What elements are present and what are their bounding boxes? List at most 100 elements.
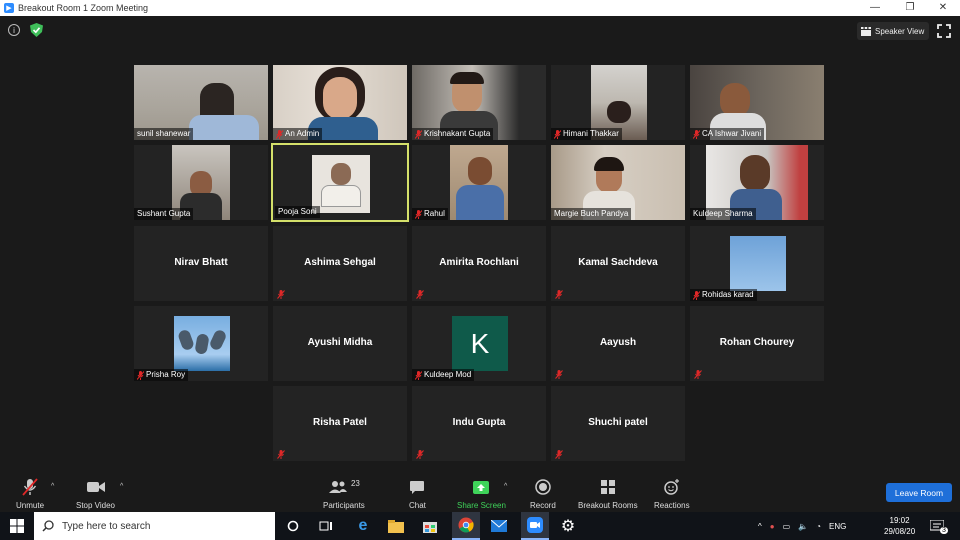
zoom-taskbar-icon[interactable]	[521, 512, 549, 540]
video-tile[interactable]: An Admin	[273, 65, 407, 140]
participant-name: Indu Gupta	[452, 417, 506, 428]
speaker-view-icon	[861, 26, 871, 36]
participant-video-person	[607, 101, 631, 123]
share-screen-icon	[473, 480, 490, 494]
profile-picture	[730, 236, 786, 291]
audio-options-caret[interactable]: ^	[51, 483, 54, 490]
tray-wifi-icon[interactable]: ◔	[816, 522, 821, 531]
speaker-view-button[interactable]: Speaker View	[857, 22, 929, 40]
video-tile[interactable]: Himani Thakkar	[551, 65, 685, 140]
encryption-shield-icon[interactable]	[30, 23, 43, 37]
fullscreen-icon[interactable]	[937, 24, 951, 38]
video-tile-active-speaker[interactable]: Pooja Soni	[271, 143, 409, 222]
tray-app-icon[interactable]: ●	[770, 522, 775, 531]
participant-name: Prisha Roy	[134, 369, 189, 381]
participant-name: Nirav Bhatt	[174, 257, 228, 268]
tray-network-icon[interactable]: ▭	[783, 522, 791, 531]
participant-video-hair	[450, 72, 484, 84]
chrome-icon[interactable]	[452, 512, 480, 540]
participant-tile[interactable]: Kamal Sachdeva	[551, 226, 685, 301]
participant-video-shirt	[321, 185, 361, 207]
reactions-button[interactable]: Reactions	[654, 477, 690, 510]
participant-tile[interactable]: Rohidas karad	[690, 226, 824, 301]
muted-mic-icon	[277, 450, 285, 459]
participants-icon	[328, 481, 347, 493]
participant-video-shirt	[189, 115, 259, 140]
muted-mic-icon	[554, 129, 561, 139]
video-tile[interactable]: sunil shanewar	[134, 65, 268, 140]
taskbar-clock[interactable]: 19:02 29/08/20	[884, 512, 915, 540]
participant-tile[interactable]: Risha Patel	[273, 386, 407, 461]
chat-button[interactable]: Chat	[409, 477, 426, 510]
muted-mic-icon	[693, 290, 700, 300]
share-screen-button[interactable]: Share Screen	[457, 477, 506, 510]
meeting-info-icon[interactable]: i	[8, 24, 20, 36]
participant-name: Kamal Sachdeva	[578, 257, 658, 268]
breakout-rooms-button[interactable]: Breakout Rooms	[578, 477, 638, 510]
system-tray: ^ ● ▭ 🔈 ◔ ENG	[758, 512, 846, 540]
video-tile[interactable]: CA Ishwar Jivani	[690, 65, 824, 140]
muted-mic-icon	[276, 129, 283, 139]
breakout-rooms-icon	[600, 480, 615, 494]
action-center-icon[interactable]: 3	[930, 512, 948, 540]
participant-name: Rohidas karad	[690, 289, 757, 301]
record-button[interactable]: Record	[530, 477, 556, 510]
participant-video-face	[740, 155, 770, 191]
record-icon	[535, 479, 551, 495]
participant-name: Risha Patel	[313, 417, 367, 428]
input-language[interactable]: ENG	[829, 522, 846, 531]
participant-video-shirt	[456, 185, 504, 220]
participant-name: Himani Thakkar	[551, 128, 622, 140]
video-tile[interactable]: Rahul	[412, 145, 546, 220]
tray-chevron-icon[interactable]: ^	[758, 522, 762, 531]
minimize-button[interactable]: —	[860, 0, 890, 16]
participant-tile[interactable]: Shuchi patel	[551, 386, 685, 461]
muted-mic-icon	[277, 290, 285, 299]
participants-button[interactable]: 23 Participants	[323, 477, 365, 511]
taskbar-search-input[interactable]: Type here to search	[34, 512, 275, 540]
participant-tile[interactable]: Prisha Roy	[134, 306, 268, 381]
video-tile[interactable]: Kuldeep Sharma	[690, 145, 824, 220]
mail-icon[interactable]	[490, 517, 508, 535]
participant-name: Rahul	[412, 208, 448, 220]
participant-tile[interactable]: Ashima Sehgal	[273, 226, 407, 301]
video-tile[interactable]: Krishnakant Gupta	[412, 65, 546, 140]
participant-video-face	[468, 157, 492, 185]
edge-icon[interactable]: e	[354, 517, 372, 535]
chat-icon	[410, 480, 425, 494]
close-button[interactable]: ✕	[928, 0, 958, 16]
participant-tile[interactable]: Indu Gupta	[412, 386, 546, 461]
participant-tile[interactable]: K Kuldeep Mod	[412, 306, 546, 381]
participant-name: Aayush	[599, 337, 637, 348]
stop-video-button[interactable]: Stop Video	[76, 477, 115, 510]
unmute-button[interactable]: Unmute	[16, 477, 44, 510]
store-icon[interactable]	[421, 517, 439, 535]
participant-tile[interactable]: Amirita Rochlani	[412, 226, 546, 301]
video-tile[interactable]: Margie Buch Pandya	[551, 145, 685, 220]
participant-name: Amirita Rochlani	[439, 257, 519, 268]
video-tile[interactable]: Sushant Gupta	[134, 145, 268, 220]
settings-gear-icon[interactable]: ⚙	[559, 517, 577, 535]
task-view-icon[interactable]	[317, 517, 335, 535]
file-explorer-icon[interactable]	[387, 517, 405, 535]
muted-mic-icon	[555, 370, 563, 379]
muted-mic-icon	[693, 129, 700, 139]
participant-tile[interactable]: Nirav Bhatt	[134, 226, 268, 301]
muted-mic-icon	[415, 129, 422, 139]
participant-name: Krishnakant Gupta	[412, 128, 494, 140]
participant-name: Rohan Chourey	[719, 337, 795, 348]
muted-mic-icon	[416, 450, 424, 459]
participant-video-face	[323, 77, 357, 119]
share-options-caret[interactable]: ^	[504, 483, 507, 490]
leave-room-button[interactable]: Leave Room	[886, 483, 952, 502]
video-options-caret[interactable]: ^	[120, 483, 123, 490]
tray-volume-icon[interactable]: 🔈	[798, 522, 808, 531]
participant-tile[interactable]: Aayush	[551, 306, 685, 381]
cortana-icon[interactable]	[284, 517, 302, 535]
participant-name: Margie Buch Pandya	[551, 208, 632, 220]
maximize-button[interactable]: ❐	[895, 0, 925, 16]
participant-tile[interactable]: Ayushi Midha	[273, 306, 407, 381]
muted-mic-icon	[137, 370, 144, 380]
participant-tile[interactable]: Rohan Chourey	[690, 306, 824, 381]
windows-start-icon[interactable]	[8, 517, 26, 535]
